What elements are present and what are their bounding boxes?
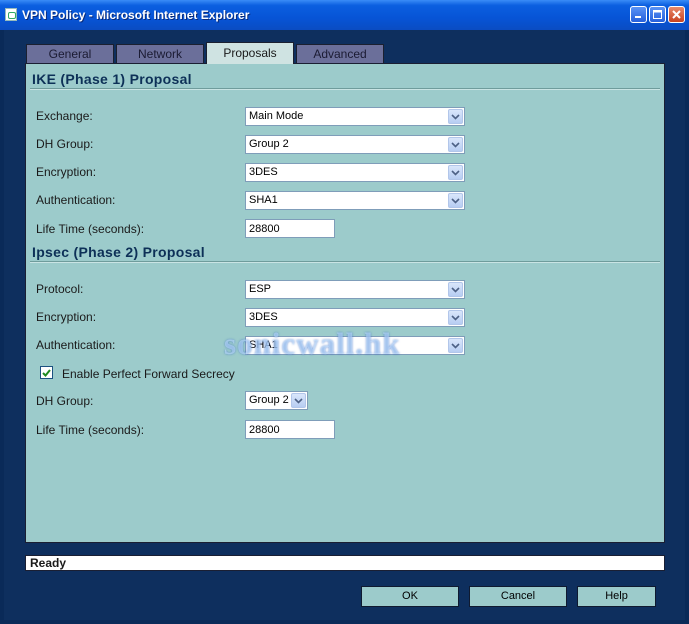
tab-proposals[interactable]: Proposals: [206, 42, 294, 64]
window-title-bar[interactable]: VPN Policy - Microsoft Internet Explorer: [0, 0, 689, 30]
ike-exchange-select[interactable]: Main Mode: [245, 107, 465, 126]
maximize-icon: [653, 10, 662, 19]
dropdown-arrow-icon[interactable]: [448, 193, 463, 208]
ike-lifetime-input[interactable]: [245, 219, 335, 238]
close-icon: [672, 10, 681, 19]
ike-dh-group-value: Group 2: [249, 138, 289, 150]
ipsec-encryption-label: Encryption:: [36, 310, 97, 324]
status-bar: Ready: [25, 555, 665, 571]
tab-general[interactable]: General: [26, 44, 114, 63]
ike-encryption-label: Encryption:: [36, 165, 97, 179]
ipsec-protocol-label: Protocol:: [36, 282, 84, 296]
ipsec-section-title: Ipsec (Phase 2) Proposal: [32, 244, 205, 260]
close-button[interactable]: [668, 6, 685, 23]
dropdown-arrow-icon[interactable]: [448, 109, 463, 124]
ike-section-title: IKE (Phase 1) Proposal: [32, 71, 192, 87]
dialog-client-area: General Network Proposals Advanced IKE (…: [4, 30, 685, 620]
ike-authentication-label: Authentication:: [36, 193, 116, 207]
section-divider: [30, 88, 660, 90]
ike-lifetime-label: Life Time (seconds):: [36, 222, 145, 236]
dropdown-arrow-icon[interactable]: [291, 393, 306, 408]
ike-authentication-value: SHA1: [249, 194, 278, 206]
dropdown-arrow-icon[interactable]: [448, 165, 463, 180]
ike-encryption-select[interactable]: 3DES: [245, 163, 465, 182]
ipsec-dh-group-select[interactable]: Group 2: [245, 391, 308, 410]
dropdown-arrow-icon[interactable]: [448, 137, 463, 152]
cancel-button[interactable]: Cancel: [469, 586, 567, 607]
ike-exchange-label: Exchange:: [36, 109, 93, 123]
ike-exchange-value: Main Mode: [249, 110, 304, 122]
maximize-button[interactable]: [649, 6, 666, 23]
ipsec-authentication-value: SHA1: [249, 339, 278, 351]
ipsec-encryption-select[interactable]: 3DES: [245, 308, 465, 327]
help-button[interactable]: Help: [577, 586, 656, 607]
minimize-button[interactable]: [630, 6, 647, 23]
ok-button[interactable]: OK: [361, 586, 459, 607]
ipsec-authentication-select[interactable]: SHA1: [245, 336, 465, 355]
ipsec-dh-group-value: Group 2: [249, 394, 289, 406]
ie-window-icon: [5, 8, 17, 21]
window-title: VPN Policy - Microsoft Internet Explorer: [22, 8, 250, 22]
dropdown-arrow-icon[interactable]: [448, 310, 463, 325]
checkmark-icon: [42, 368, 51, 377]
pfs-checkbox[interactable]: [40, 366, 53, 379]
ike-dh-group-select[interactable]: Group 2: [245, 135, 465, 154]
pfs-label[interactable]: Enable Perfect Forward Secrecy: [62, 367, 235, 381]
ike-authentication-select[interactable]: SHA1: [245, 191, 465, 210]
ipsec-protocol-value: ESP: [249, 283, 272, 295]
ike-dh-group-label: DH Group:: [36, 137, 94, 151]
proposals-panel: IKE (Phase 1) Proposal Exchange: Main Mo…: [25, 63, 665, 543]
ipsec-dh-group-label: DH Group:: [36, 394, 94, 408]
ipsec-lifetime-input[interactable]: [245, 420, 335, 439]
tab-network[interactable]: Network: [116, 44, 204, 63]
ike-encryption-value: 3DES: [249, 166, 278, 178]
minimize-icon: [635, 16, 641, 18]
dropdown-arrow-icon[interactable]: [448, 338, 463, 353]
section-divider: [30, 261, 660, 263]
ipsec-protocol-select[interactable]: ESP: [245, 280, 465, 299]
dropdown-arrow-icon[interactable]: [448, 282, 463, 297]
ipsec-lifetime-label: Life Time (seconds):: [36, 423, 145, 437]
ipsec-authentication-label: Authentication:: [36, 338, 116, 352]
tab-advanced[interactable]: Advanced: [296, 44, 384, 63]
ipsec-encryption-value: 3DES: [249, 311, 278, 323]
